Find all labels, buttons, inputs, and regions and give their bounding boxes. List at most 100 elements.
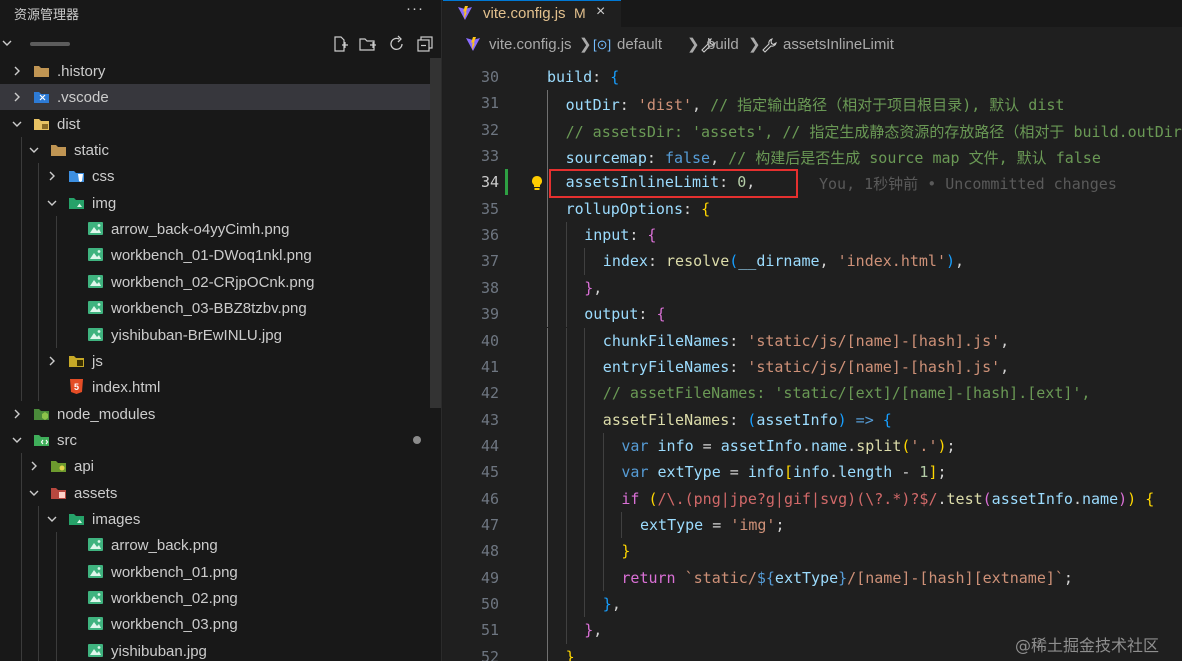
indent-guide (547, 459, 548, 486)
code-line[interactable]: 42 // assetFileNames: 'static/[ext]/[name… (443, 380, 1182, 407)
indent-guide (56, 216, 57, 348)
new-file-icon[interactable] (331, 35, 349, 53)
code-token: , (710, 149, 729, 168)
folder-row[interactable]: dist (0, 111, 430, 137)
code-token: { (656, 305, 666, 324)
code-line[interactable]: 37 index: resolve(__dirname, 'index.html'… (443, 248, 1182, 275)
code-line[interactable]: 44 var info = assetInfo.name.split('.'); (443, 432, 1182, 460)
code-line[interactable]: 45 var extType = info[info.length - 1]; (443, 459, 1182, 486)
indent-guide (547, 169, 548, 196)
breadcrumb-assets-inline-limit[interactable]: assetsInlineLimit (783, 36, 894, 53)
modified-dot (413, 435, 421, 444)
breadcrumb-default[interactable]: default (617, 36, 662, 53)
indent-guide (565, 617, 567, 644)
file-row[interactable]: workbench_01-DWoq1nkl.png (0, 242, 430, 268)
code-line[interactable]: 32 // assetsDir: 'assets', // 指定生成静态资源的存放… (443, 116, 1182, 144)
code-token: , (692, 96, 711, 115)
breadcrumb-build[interactable]: build (707, 36, 739, 53)
code-token: . (937, 489, 947, 508)
file-row[interactable]: yishibuban-BrEwINLU.jpg (0, 322, 430, 348)
git-blame-annotation: You, 1秒钟前 • Uncommitted changes (819, 175, 1117, 194)
code-text: rollupOptions: { (566, 200, 711, 218)
indent-guide (602, 538, 604, 565)
code-line[interactable]: 50}, (443, 591, 1182, 618)
code-token: index (602, 252, 648, 271)
tab-vite-config[interactable]: vite.config.js M × (443, 0, 621, 27)
code-line[interactable]: 41 entryFileNames: 'static/js/[name]-[has… (443, 353, 1182, 381)
code-token: var (621, 436, 658, 455)
folder-row[interactable]: api (0, 453, 430, 479)
indent-guide (565, 406, 567, 433)
chevron-down-icon (29, 490, 39, 496)
close-tab-button[interactable]: × (596, 3, 605, 21)
code-line[interactable]: 31 outDir: 'dist', // 指定输出路径（相对于项目根目录), 默… (443, 90, 1182, 117)
code-token: , (593, 278, 603, 297)
tree-item-label: css (92, 168, 115, 186)
folder-icon (34, 66, 49, 77)
code-text: index: resolve(__dirname, 'index.html'), (603, 252, 964, 270)
code-text: outDir: 'dist', // 指定输出路径（相对于项目根目录), 默认 … (566, 94, 1065, 115)
tree-item-label: yishibuban-BrEwINLU.jpg (111, 326, 282, 344)
file-row[interactable]: workbench_01.png (0, 559, 430, 585)
file-row[interactable]: yishibuban.jpg (0, 638, 430, 661)
tree-item-label: images (92, 510, 141, 528)
code-line[interactable]: 48} (443, 538, 1182, 565)
folder-row[interactable]: css (0, 163, 430, 189)
tree-item-label: node_modules (57, 405, 156, 423)
tree-item-label: workbench_03.png (111, 616, 238, 634)
file-row[interactable]: 5 index.html (0, 374, 430, 400)
folder-row[interactable]: node_modules (0, 401, 430, 427)
code-token: ( (648, 489, 658, 508)
folder-row[interactable]: src (0, 427, 430, 453)
code-line[interactable]: 35 rollupOptions: { (443, 195, 1182, 223)
indent-guide (584, 564, 586, 591)
file-row[interactable]: workbench_03-BBZ8tzbv.png (0, 295, 430, 321)
tree-item-label: assets (74, 484, 118, 502)
code-line[interactable]: 36 input: { (443, 222, 1182, 249)
new-folder-icon[interactable] (359, 35, 377, 53)
indent-guide (621, 511, 623, 539)
folder-row[interactable]: static (0, 137, 430, 163)
folder-row[interactable]: .vscode (0, 84, 430, 111)
indent-guide (565, 327, 567, 354)
code-line[interactable]: 38}, (443, 274, 1182, 302)
folder-row[interactable]: .history (0, 58, 430, 84)
code-text: build: { (547, 68, 619, 86)
indent-guide (547, 301, 548, 328)
code-line[interactable]: 40 chunkFileNames: 'static/js/[name]-[has… (443, 327, 1182, 354)
code-text: var extType = info[info.length - 1]; (621, 463, 946, 481)
more-actions-button[interactable]: ··· (406, 0, 424, 17)
code-line[interactable]: 49 return `static/${extType}/[name]-[hash… (443, 564, 1182, 591)
indent-guide (56, 532, 57, 661)
file-row[interactable]: workbench_02-CRjpOCnk.png (0, 269, 430, 295)
code-line[interactable]: 33 sourcemap: false, // 构建后是否生成 source ma… (443, 143, 1182, 170)
code-area[interactable]: 30 build: {31 outDir: 'dist', // 指定输出路径（相对… (443, 64, 1182, 661)
git-change-marker[interactable] (505, 169, 508, 196)
code-token: , (611, 595, 621, 613)
code-line[interactable]: 30 build: { (443, 64, 1182, 90)
breadcrumb-file[interactable]: vite.config.js (489, 36, 572, 53)
folder-row[interactable]: images (0, 506, 430, 532)
indent-guide (547, 485, 548, 512)
lightbulb-icon[interactable] (530, 175, 544, 191)
chevron-right-icon: ❯ (687, 36, 700, 53)
file-row[interactable]: arrow_back-o4yyCimh.png (0, 216, 430, 242)
code-line[interactable]: 46 if (/\.(png|jpe?g|gif|svg)(\?.*)?$/.te… (443, 485, 1182, 512)
code-line[interactable]: 43 assetFileNames: (assetInfo) => { (443, 406, 1182, 433)
file-row[interactable]: arrow_back.png (0, 532, 430, 558)
project-name-redacted (30, 42, 70, 46)
code-line[interactable]: 47 extType = 'img'; (443, 511, 1182, 539)
sidebar-scrollbar[interactable] (430, 58, 441, 408)
folder-row[interactable]: img (0, 190, 430, 216)
code-line[interactable]: 39 output: { (443, 301, 1182, 328)
file-row[interactable]: workbench_03.png (0, 611, 430, 637)
folder-row[interactable]: js (0, 348, 430, 374)
tree-item-label: workbench_03-BBZ8tzbv.png (111, 300, 307, 318)
file-row[interactable]: workbench_02.png (0, 585, 430, 611)
folder-row[interactable]: assets (0, 480, 430, 506)
indent-guide (584, 432, 586, 460)
collapse-all-icon[interactable] (416, 35, 434, 53)
refresh-icon[interactable] (388, 35, 406, 53)
chevron-right-icon: ❯ (748, 36, 761, 53)
indent-guide (547, 643, 548, 661)
